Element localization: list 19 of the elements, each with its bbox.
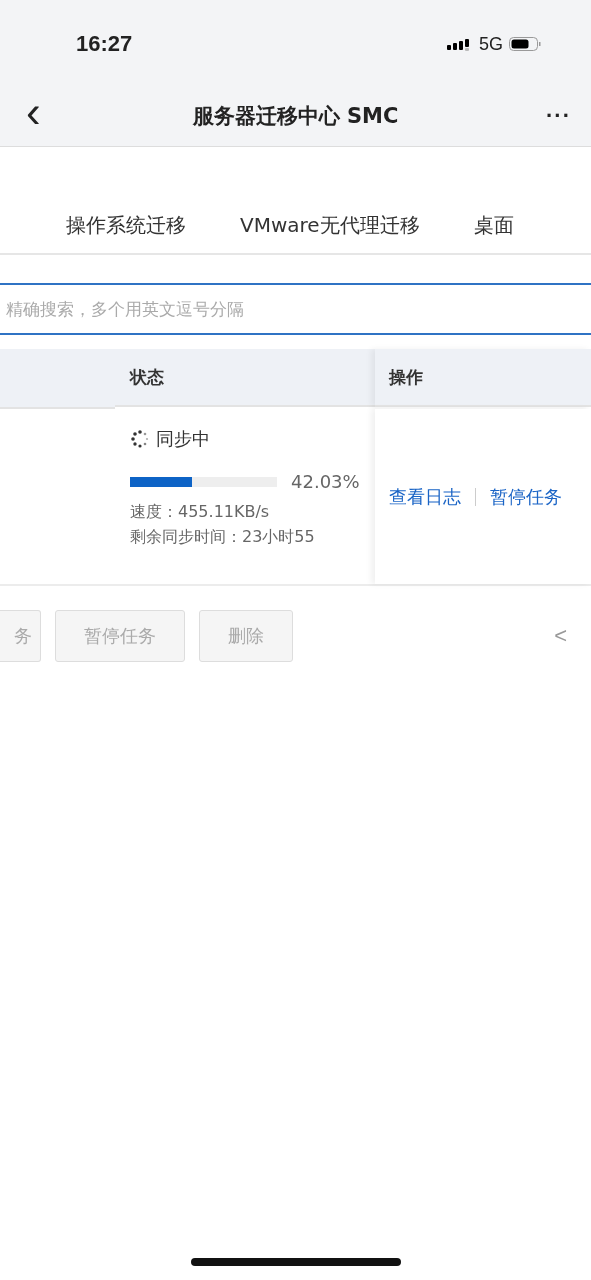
- header-cell: 操作: [375, 349, 591, 407]
- battery-icon: [509, 36, 541, 52]
- status-time: 16:27: [76, 31, 133, 57]
- action-link[interactable]: 查看日志: [389, 484, 461, 509]
- remaining-time-text: 剩余同步时间：23小时55: [130, 527, 316, 548]
- progress-percent: 42.03%: [291, 471, 360, 492]
- action-link[interactable]: 暂停任务: [490, 484, 562, 509]
- search-field[interactable]: 精确搜索，多个用英文逗号分隔: [0, 283, 591, 335]
- network-label: 5G: [479, 33, 503, 55]
- back-button[interactable]: ‹: [26, 90, 41, 134]
- more-button[interactable]: ···: [546, 103, 571, 129]
- tab[interactable]: 操作系统迁移: [66, 212, 186, 243]
- tab[interactable]: 桌面: [473, 212, 514, 243]
- speed-text: 速度：455.11KB/s: [130, 502, 271, 523]
- loading-icon: [130, 429, 150, 449]
- page-title: 服务器迁移中心 SMC: [192, 103, 399, 130]
- tab[interactable]: VMware无代理迁移: [240, 212, 420, 243]
- status-text: 同步中: [156, 427, 210, 451]
- header-cell: 状态: [115, 349, 375, 407]
